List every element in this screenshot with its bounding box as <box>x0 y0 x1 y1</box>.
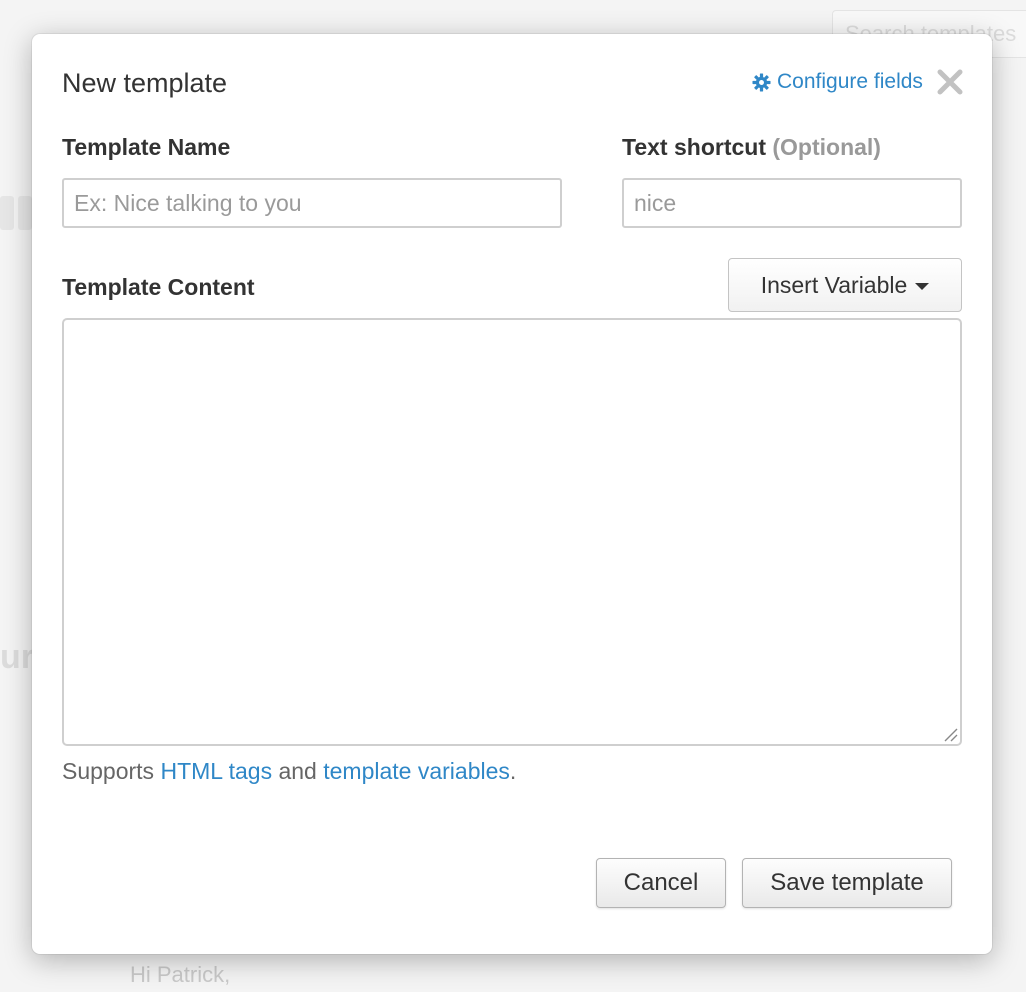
resize-handle-icon[interactable] <box>942 726 958 742</box>
insert-variable-label: Insert Variable <box>760 271 908 298</box>
save-template-button[interactable]: Save template <box>742 858 952 908</box>
template-content-label: Template Content <box>62 274 255 300</box>
supports-help-text: Supports HTML tags and template variable… <box>62 758 516 785</box>
supports-conjunction: and <box>278 758 317 784</box>
html-tags-link[interactable]: HTML tags <box>160 758 272 784</box>
optional-tag: (Optional) <box>772 134 881 160</box>
modal-title: New template <box>62 68 228 98</box>
gear-icon <box>752 72 771 92</box>
configure-fields-link[interactable]: Configure fields <box>752 70 923 94</box>
text-shortcut-label-text: Text shortcut <box>622 134 766 160</box>
close-icon <box>937 69 963 95</box>
supports-suffix: . <box>509 758 517 784</box>
template-variables-link[interactable]: template variables <box>323 758 510 784</box>
insert-variable-button[interactable]: Insert Variable <box>728 258 962 312</box>
template-name-label: Template Name <box>62 134 231 160</box>
text-shortcut-label: Text shortcut (Optional) <box>622 134 881 161</box>
text-shortcut-input[interactable] <box>622 178 962 228</box>
template-name-input[interactable] <box>62 178 562 228</box>
new-template-modal: New template Configure fields Template N… <box>32 34 992 954</box>
supports-prefix: Supports <box>62 758 155 784</box>
background-pagination-chip <box>0 196 36 232</box>
cancel-button[interactable]: Cancel <box>596 858 726 908</box>
background-greeting-text: Hi Patrick, <box>130 962 231 987</box>
background-text-fragment: ur <box>0 638 34 676</box>
template-content-textarea[interactable] <box>62 318 962 746</box>
close-button[interactable] <box>936 68 964 96</box>
caret-down-icon <box>915 283 930 290</box>
configure-fields-label: Configure fields <box>777 70 923 93</box>
